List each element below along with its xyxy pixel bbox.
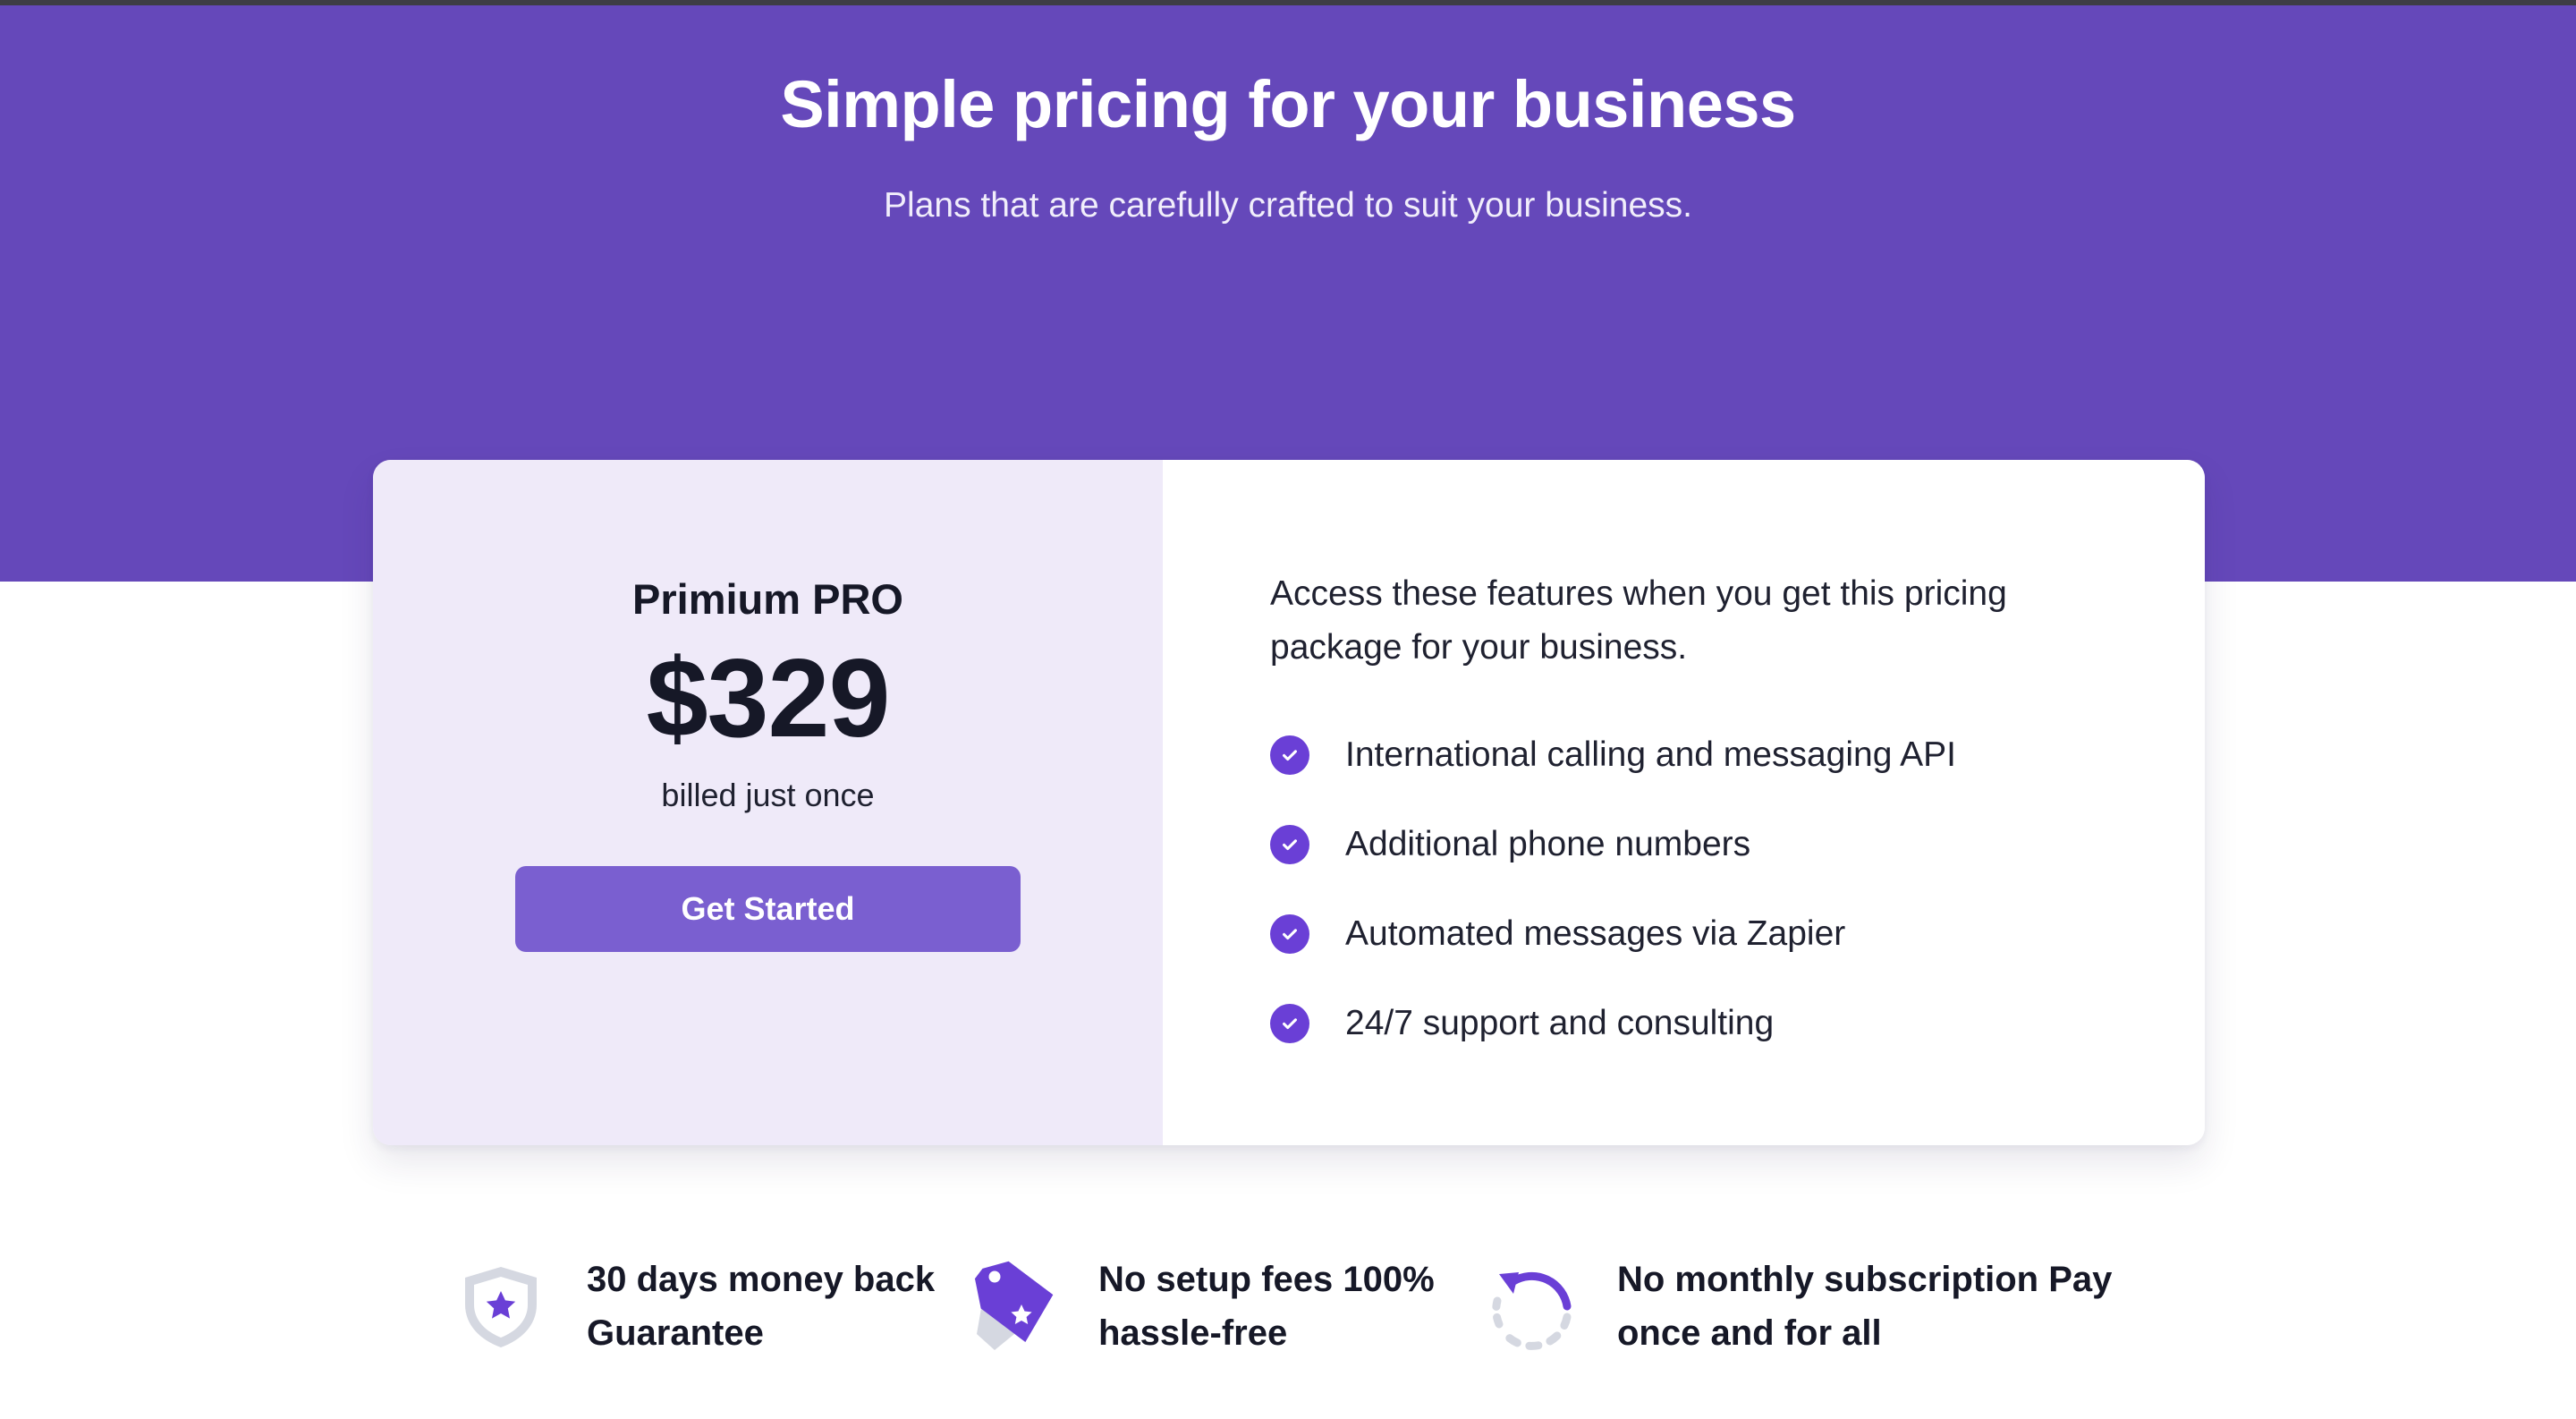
- page-subtitle: Plans that are carefully crafted to suit…: [884, 186, 1692, 225]
- price-tag-icon: [968, 1261, 1057, 1351]
- features-intro: Access these features when you get this …: [1270, 574, 2007, 667]
- plan-billing-note: billed just once: [661, 777, 875, 813]
- plan-name: Primium PRO: [632, 575, 903, 623]
- pricing-card: Primium PRO $329 billed just once Get St…: [373, 460, 2205, 1145]
- feature-label: International calling and messaging API: [1345, 735, 1956, 774]
- check-circle-icon: [1270, 1004, 1309, 1043]
- plan-features-panel: Access these features when you get this …: [1163, 460, 2205, 1145]
- plan-summary-panel: Primium PRO $329 billed just once Get St…: [373, 460, 1163, 1145]
- feature-item: Automated messages via Zapier: [1270, 889, 1956, 979]
- perk-label: 30 days money back Guarantee: [587, 1260, 936, 1353]
- feature-label: 24/7 support and consulting: [1345, 1004, 1775, 1042]
- feature-label: Automated messages via Zapier: [1345, 914, 1846, 953]
- shield-star-icon: [456, 1262, 546, 1351]
- get-started-button[interactable]: Get Started: [515, 866, 1021, 952]
- feature-label: Additional phone numbers: [1345, 825, 1751, 863]
- feature-item: Additional phone numbers: [1270, 800, 1956, 889]
- feature-list: International calling and messaging API …: [1270, 710, 1956, 1068]
- check-circle-icon: [1270, 825, 1309, 864]
- perk-no-subscription: No monthly subscription Pay once and for…: [1487, 1253, 2112, 1360]
- perk-label: No setup fees 100% hassle-free: [1098, 1260, 1435, 1353]
- perk-money-back: 30 days money back Guarantee: [456, 1253, 935, 1360]
- check-circle-icon: [1270, 735, 1309, 775]
- feature-item: 24/7 support and consulting: [1270, 979, 1956, 1068]
- perk-no-setup-fees: No setup fees 100% hassle-free: [968, 1253, 1435, 1360]
- plan-price: $329: [646, 637, 891, 760]
- check-circle-icon: [1270, 914, 1309, 954]
- feature-item: International calling and messaging API: [1270, 710, 1956, 800]
- page-title: Simple pricing for your business: [780, 67, 1796, 141]
- perk-label: No monthly subscription Pay once and for…: [1617, 1260, 2113, 1353]
- refresh-icon: [1487, 1262, 1576, 1351]
